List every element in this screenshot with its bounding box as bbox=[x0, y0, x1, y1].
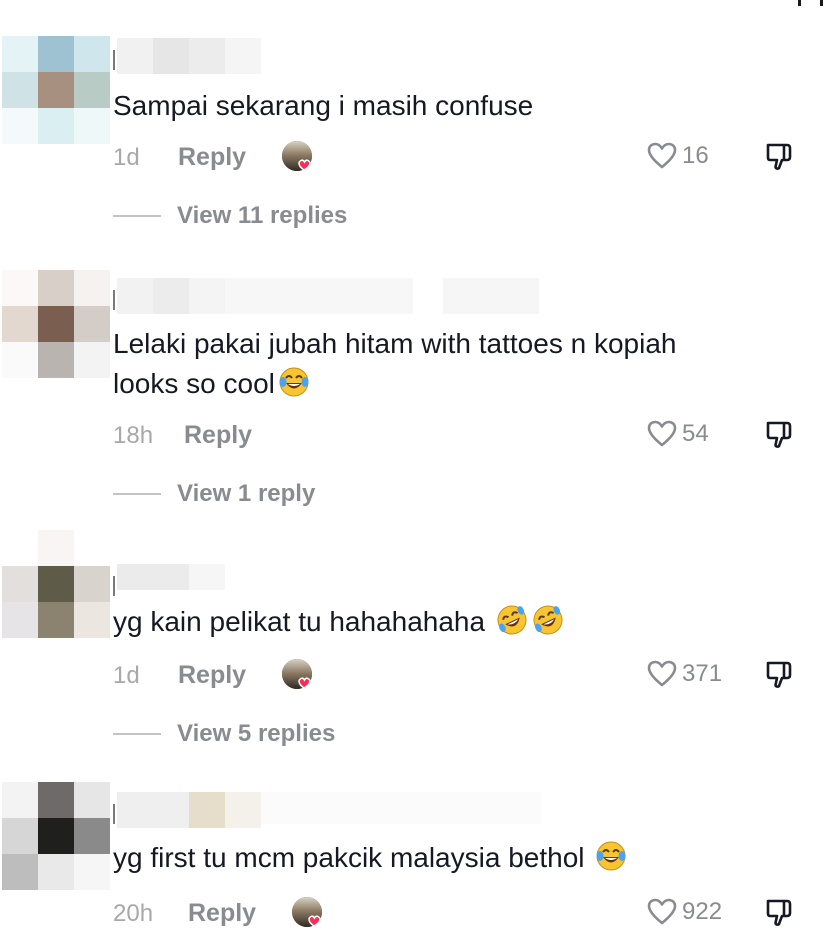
username[interactable] bbox=[113, 792, 543, 828]
view-replies-label: View 1 reply bbox=[177, 480, 316, 507]
view-replies-button[interactable]: View 5 replies bbox=[113, 720, 335, 748]
top-edge-icon bbox=[798, 0, 823, 6]
comment-text: yg first tu mcm pakcik malaysia bethol bbox=[113, 838, 628, 878]
comment-text: Lelaki pakai jubah hitam with tattoes n … bbox=[113, 328, 677, 359]
dislike-icon[interactable] bbox=[763, 896, 795, 928]
like-button[interactable]: 16 bbox=[646, 140, 709, 172]
tears-of-joy-icon bbox=[594, 839, 628, 873]
username[interactable] bbox=[113, 564, 225, 600]
username[interactable] bbox=[113, 38, 263, 74]
creator-liked-icon bbox=[280, 658, 318, 692]
avatar[interactable] bbox=[2, 782, 110, 890]
heart-icon bbox=[646, 140, 678, 172]
reply-button[interactable]: Reply bbox=[184, 421, 252, 450]
comment-text: yg kain pelikat tu hahahahaha bbox=[113, 602, 565, 642]
reply-button[interactable]: Reply bbox=[178, 661, 246, 690]
rolling-on-floor-laughing-icon bbox=[531, 603, 565, 637]
like-button[interactable]: 922 bbox=[646, 896, 722, 928]
creator-liked-icon bbox=[280, 140, 318, 174]
view-replies-button[interactable]: View 11 replies bbox=[113, 202, 347, 230]
view-replies-label: View 5 replies bbox=[177, 720, 336, 747]
comment-text: Sampai sekarang i masih confuse bbox=[113, 90, 534, 121]
reply-button[interactable]: Reply bbox=[178, 143, 246, 172]
username[interactable] bbox=[113, 278, 543, 314]
avatar[interactable] bbox=[2, 530, 110, 638]
comment-time: 20h bbox=[113, 900, 154, 927]
like-count: 922 bbox=[682, 898, 723, 925]
dislike-icon[interactable] bbox=[763, 418, 795, 450]
comment-time: 18h bbox=[113, 422, 154, 449]
heart-icon bbox=[646, 418, 678, 450]
like-count: 371 bbox=[682, 660, 723, 687]
rolling-on-floor-laughing-icon bbox=[495, 603, 529, 637]
avatar[interactable] bbox=[2, 36, 110, 144]
like-count: 16 bbox=[682, 142, 709, 169]
creator-liked-icon bbox=[290, 896, 328, 930]
like-count: 54 bbox=[682, 420, 709, 447]
like-button[interactable]: 54 bbox=[646, 418, 709, 450]
dislike-icon[interactable] bbox=[763, 140, 795, 172]
avatar[interactable] bbox=[2, 270, 110, 378]
view-replies-button[interactable]: View 1 reply bbox=[113, 480, 315, 508]
like-button[interactable]: 371 bbox=[646, 658, 722, 690]
view-replies-label: View 11 replies bbox=[177, 202, 348, 229]
heart-icon bbox=[646, 896, 678, 928]
heart-icon bbox=[646, 658, 678, 690]
comment-text-line2: looks so cool bbox=[113, 364, 311, 404]
reply-button[interactable]: Reply bbox=[188, 899, 256, 928]
comment-time: 1d bbox=[113, 662, 140, 689]
tears-of-joy-icon bbox=[277, 365, 311, 399]
dislike-icon[interactable] bbox=[763, 658, 795, 690]
comment-time: 1d bbox=[113, 144, 140, 171]
